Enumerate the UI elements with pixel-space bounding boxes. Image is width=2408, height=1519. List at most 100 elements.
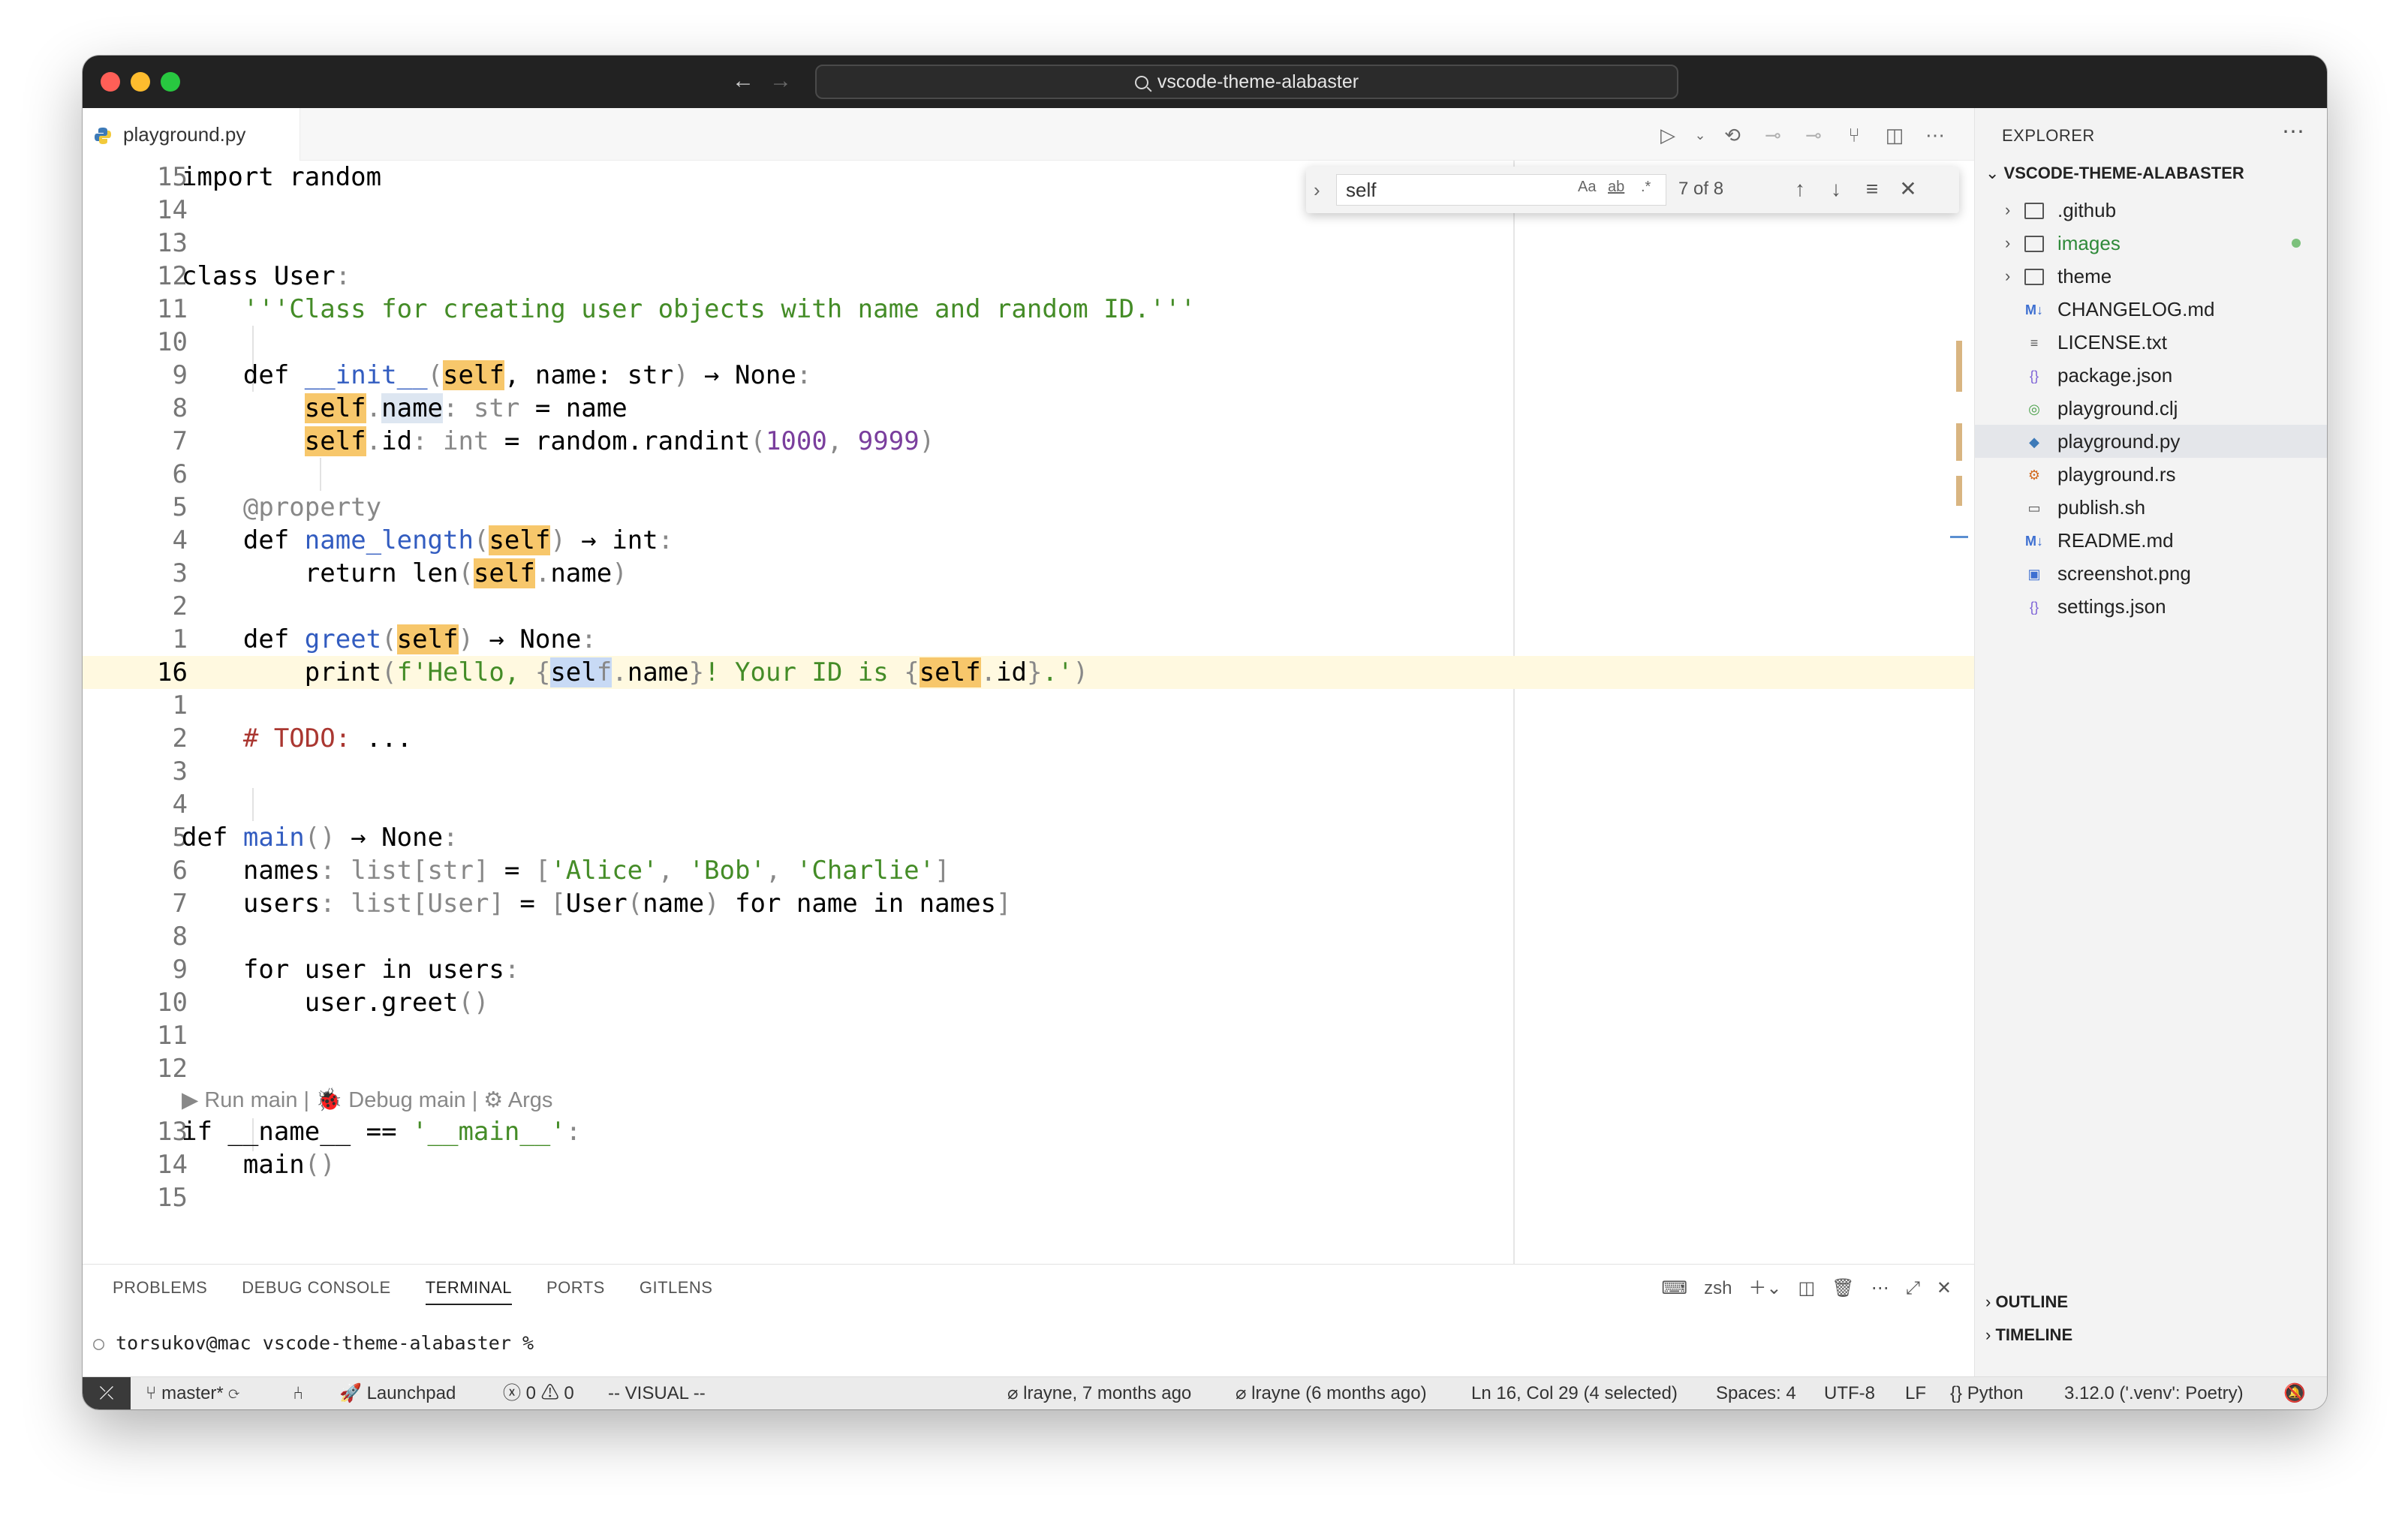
split-editor-icon[interactable]: ◫ bbox=[1880, 122, 1910, 149]
tree-file[interactable]: ▣ screenshot.png bbox=[1975, 557, 2327, 590]
code-line: 13 if __name__ == '__main__': bbox=[157, 1117, 582, 1147]
error-icon: ⓧ bbox=[503, 1383, 526, 1403]
explorer-title: EXPLORER bbox=[2002, 126, 2095, 145]
folder-icon bbox=[2024, 236, 2044, 252]
forward-arrow-icon[interactable]: → bbox=[766, 66, 796, 96]
indentation[interactable]: Spaces: 4 bbox=[1716, 1377, 1796, 1409]
more-actions-icon[interactable]: ⋯ bbox=[1871, 1275, 1889, 1302]
terminal-icon[interactable]: ⌨ bbox=[1661, 1275, 1687, 1302]
tree-file[interactable]: ≡ LICENSE.txt bbox=[1975, 326, 2327, 359]
tab-playground-py[interactable]: playground.py bbox=[83, 108, 300, 161]
explorer-sidebar: EXPLORER ⋯ ⌄ VSCODE-THEME-ALABASTER › .gi… bbox=[1974, 108, 2327, 1376]
run-icon[interactable]: ▷ bbox=[1653, 122, 1683, 149]
tree-folder[interactable]: › theme bbox=[1975, 260, 2327, 293]
match-case-toggle[interactable]: Aa bbox=[1578, 179, 1596, 196]
minimize-window-button[interactable] bbox=[131, 72, 150, 92]
maximize-panel-icon[interactable]: ⤢ bbox=[1906, 1275, 1920, 1302]
remote-indicator-icon[interactable]: ⤫ bbox=[83, 1377, 131, 1409]
rocket-icon: 🚀 bbox=[339, 1383, 367, 1403]
tab-debug-console[interactable]: DEBUG CONSOLE bbox=[242, 1278, 390, 1305]
code-editor[interactable]: 15 import random 14 13 12 class User: 11 '… bbox=[83, 161, 1974, 1309]
more-actions-icon[interactable]: ⋯ bbox=[2282, 119, 2304, 145]
find-in-selection-icon[interactable]: ≡ bbox=[1859, 176, 1886, 203]
previous-match-icon[interactable]: ↑ bbox=[1786, 176, 1814, 203]
chevron-right-icon[interactable]: › bbox=[1314, 179, 1320, 202]
tab-label: playground.py bbox=[123, 123, 246, 146]
git-blame[interactable]: ⌀ lrayne, 7 months ago bbox=[1007, 1377, 1191, 1409]
tree-file[interactable]: {} settings.json bbox=[1975, 590, 2327, 623]
vscode-window: ← → vscode-theme-alabaster playground.py… bbox=[83, 56, 2327, 1409]
outline-section[interactable]: › OUTLINE bbox=[1985, 1292, 2068, 1312]
codelens-run-debug[interactable]: ▶ Run main | 🐞 Debug main | ⚙ Args bbox=[182, 1085, 552, 1115]
code-line: 11 bbox=[157, 1021, 188, 1051]
search-icon bbox=[1134, 76, 1148, 89]
workspace-root[interactable]: ⌄ VSCODE-THEME-ALABASTER bbox=[1985, 164, 2244, 183]
modified-indicator bbox=[2292, 239, 2301, 248]
bottom-panel: PROBLEMS DEBUG CONSOLE TERMINAL PORTS GI… bbox=[83, 1264, 1974, 1376]
trash-icon[interactable]: 🗑 bbox=[1832, 1275, 1854, 1302]
code-line: 13 bbox=[157, 228, 188, 258]
tab-ports[interactable]: PORTS bbox=[546, 1278, 605, 1305]
tab-problems[interactable]: PROBLEMS bbox=[113, 1278, 207, 1305]
encoding[interactable]: UTF-8 bbox=[1824, 1377, 1875, 1409]
close-icon[interactable]: ✕ bbox=[1895, 176, 1922, 203]
tree-file[interactable]: {} package.json bbox=[1975, 359, 2327, 392]
tab-terminal[interactable]: TERMINAL bbox=[425, 1278, 512, 1305]
terminal-prompt[interactable]: ○ torsukov@mac vscode-theme-alabaster % bbox=[93, 1332, 534, 1354]
tab-bar: playground.py ▷ ⌄ ⟲ ⊸ ⊸ ⑂ ◫ ⋯ bbox=[83, 108, 1974, 161]
tree-file[interactable]: M↓ CHANGELOG.md bbox=[1975, 293, 2327, 326]
gitlens-blame[interactable]: ⌀ lrayne (6 months ago) bbox=[1236, 1377, 1427, 1409]
problems-indicator[interactable]: ⓧ 0 ⚠ 0 bbox=[503, 1377, 574, 1409]
split-terminal-icon[interactable]: ◫ bbox=[1798, 1275, 1816, 1302]
previous-change-icon[interactable]: ⊸ bbox=[1758, 122, 1788, 149]
more-actions-icon[interactable]: ⋯ bbox=[1920, 122, 1950, 149]
chevron-down-icon[interactable]: ⌄ bbox=[1693, 122, 1707, 149]
next-match-icon[interactable]: ↓ bbox=[1823, 176, 1850, 203]
current-code-line: 16 print(f'Hello, {self.name}! Your ID i… bbox=[83, 656, 1974, 689]
tab-gitlens[interactable]: GITLENS bbox=[640, 1278, 713, 1305]
tree-file[interactable]: ⚙ playground.rs bbox=[1975, 458, 2327, 491]
language-mode[interactable]: {} Python bbox=[1950, 1377, 2023, 1409]
cursor-position[interactable]: Ln 16, Col 29 (4 selected) bbox=[1471, 1377, 1678, 1409]
tree-folder[interactable]: › images bbox=[1975, 227, 2327, 260]
tree-file-selected[interactable]: ◆ playground.py bbox=[1975, 425, 2327, 458]
code-line: 6 names: list[str] = ['Alice', 'Bob', 'C… bbox=[172, 856, 950, 886]
tree-folder[interactable]: › .github bbox=[1975, 194, 2327, 227]
code-line: 12 class User: bbox=[157, 261, 351, 291]
tree-file[interactable]: ◎ playground.clj bbox=[1975, 392, 2327, 425]
command-center-search[interactable]: vscode-theme-alabaster bbox=[815, 65, 1678, 99]
panel-tabs: PROBLEMS DEBUG CONSOLE TERMINAL PORTS GI… bbox=[113, 1278, 712, 1305]
code-line: 8 self.name: str = name bbox=[172, 393, 628, 423]
code-line: 3 return len(self.name) bbox=[172, 558, 628, 588]
timeline-section[interactable]: › TIMELINE bbox=[1985, 1325, 2072, 1345]
tree-file[interactable]: ▭ publish.sh bbox=[1975, 491, 2327, 524]
code-line: 8 bbox=[172, 922, 188, 952]
code-line: 5 def main() → None: bbox=[172, 823, 459, 853]
find-widget: › self Aa ab .* 7 of 8 ↑ ↓ ≡ ✕ bbox=[1306, 167, 1959, 213]
open-changes-icon[interactable]: ⟲ bbox=[1717, 122, 1747, 149]
maximize-window-button[interactable] bbox=[161, 72, 180, 92]
close-icon[interactable]: ✕ bbox=[1937, 1275, 1952, 1302]
terminal-shell-label[interactable]: zsh bbox=[1704, 1275, 1732, 1302]
notifications-icon[interactable]: 🔕 bbox=[2283, 1377, 2306, 1409]
back-arrow-icon[interactable]: ← bbox=[728, 66, 758, 96]
regex-toggle[interactable]: .* bbox=[1641, 179, 1651, 196]
warning-icon: ⚠ bbox=[540, 1383, 564, 1403]
code-line: 14 main() bbox=[157, 1150, 336, 1180]
match-whole-word-toggle[interactable]: ab bbox=[1608, 179, 1624, 196]
branch-indicator[interactable]: ⑂ master* ⟳ bbox=[146, 1377, 239, 1409]
launchpad-item[interactable]: 🚀 Launchpad bbox=[339, 1377, 456, 1409]
markdown-icon: M↓ bbox=[2025, 534, 2043, 549]
close-window-button[interactable] bbox=[101, 72, 120, 92]
git-compare-icon[interactable]: ⑂ bbox=[1839, 122, 1869, 149]
new-terminal-icon[interactable]: ＋⌄ bbox=[1748, 1275, 1781, 1302]
end-of-line[interactable]: LF bbox=[1905, 1377, 1926, 1409]
code-line: 5 @property bbox=[172, 492, 382, 522]
tree-file[interactable]: M↓ README.md bbox=[1975, 524, 2327, 557]
next-change-icon[interactable]: ⊸ bbox=[1798, 122, 1829, 149]
python-interpreter[interactable]: 3.12.0 ('.venv': Poetry) bbox=[2064, 1377, 2244, 1409]
title-bar: ← → vscode-theme-alabaster bbox=[83, 56, 2327, 108]
git-branch-icon: ⑂ bbox=[146, 1383, 162, 1403]
git-graph-icon[interactable]: ⑃ bbox=[293, 1377, 303, 1409]
folder-icon bbox=[2024, 203, 2044, 219]
